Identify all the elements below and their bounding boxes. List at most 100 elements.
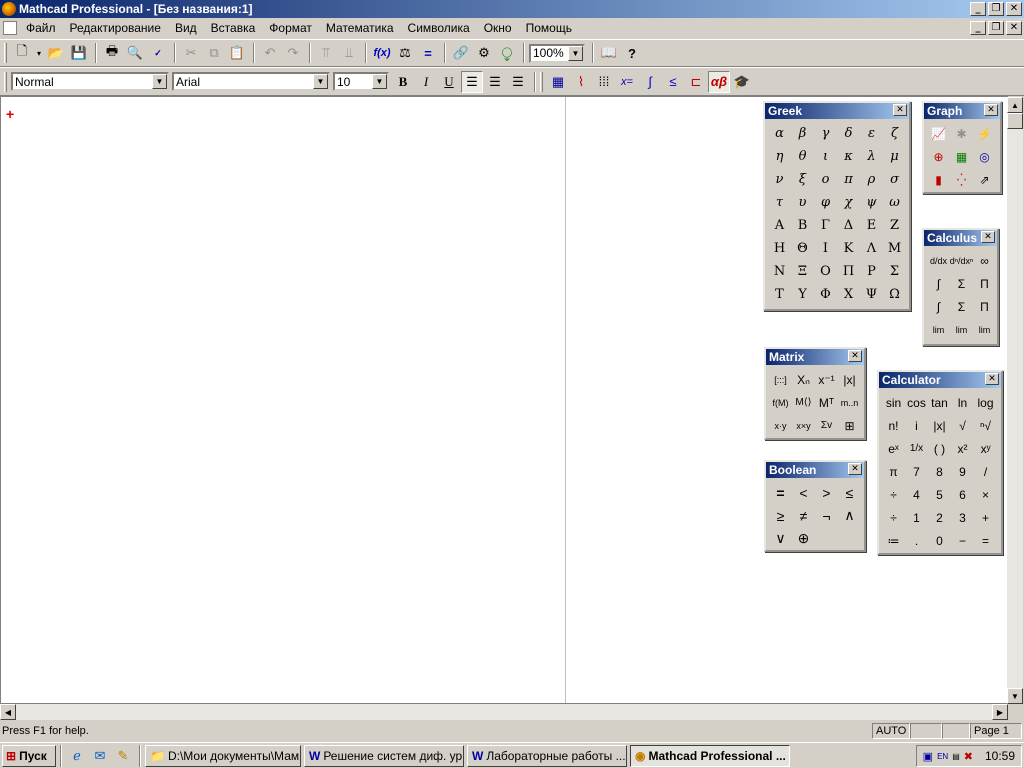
picture-button[interactable]: ⊞ (838, 414, 861, 437)
digit-8-button[interactable]: 8 (928, 460, 951, 483)
boolean-toolbar-icon[interactable]: ≤ (662, 71, 684, 93)
greek-capital-alpha[interactable]: Α (768, 214, 791, 237)
menu-format[interactable]: Формат (262, 18, 319, 38)
power-button[interactable]: xʸ (974, 437, 997, 460)
chevron-down-icon[interactable]: ▼ (372, 74, 387, 89)
definition-button[interactable]: ≔ (882, 529, 905, 552)
square-root-button[interactable]: √ (951, 414, 974, 437)
digit-2-button[interactable]: 2 (928, 506, 951, 529)
decimal-point-button[interactable]: . (905, 529, 928, 552)
align-left-icon[interactable]: ☰ (461, 70, 483, 93)
greek-capital-omicron[interactable]: Ο (814, 260, 837, 283)
greek-capital-gamma[interactable]: Γ (814, 214, 837, 237)
tray-icon-connection[interactable]: ✖ (964, 750, 973, 763)
greater-or-equal-button[interactable]: ≥ (769, 504, 792, 527)
scroll-up-icon[interactable]: ▲ (1007, 97, 1023, 113)
help-icon[interactable]: ? (621, 42, 643, 64)
indefinite-integral-button[interactable]: ∫ (927, 295, 950, 318)
greek-kappa[interactable]: κ (837, 145, 860, 168)
calculus-palette-header[interactable]: Calculus ✕ (924, 230, 997, 246)
scatter-plot-3d-icon[interactable]: ⁛ (950, 168, 973, 191)
internet-explorer-icon[interactable]: ℯ (66, 745, 88, 767)
copy-icon[interactable]: ⧉ (203, 42, 225, 64)
greek-alpha[interactable]: α (768, 122, 791, 145)
factorial-button[interactable]: n! (882, 414, 905, 437)
close-icon[interactable]: ✕ (985, 373, 999, 385)
not-equal-button[interactable]: ≠ (792, 504, 815, 527)
calculator-palette-header[interactable]: Calculator ✕ (879, 372, 1001, 388)
greek-eta[interactable]: η (768, 145, 791, 168)
save-icon[interactable]: 💾 (68, 42, 90, 64)
close-button[interactable]: ✕ (1006, 2, 1022, 16)
new-dropdown-icon[interactable]: ▾ (34, 42, 44, 64)
evaluation-toolbar-icon[interactable]: x= (616, 71, 638, 93)
symbolic-toolbar-icon[interactable]: 🎓 (731, 71, 753, 93)
greek-capital-psi[interactable]: Ψ (860, 283, 883, 306)
greek-capital-pi[interactable]: Π (837, 260, 860, 283)
boolean-palette-header[interactable]: Boolean ✕ (766, 462, 864, 478)
and-button[interactable]: ∧ (838, 504, 861, 527)
resource-center-icon[interactable]: 📖 (598, 42, 620, 64)
zoom-select[interactable]: 100% ▼ (529, 43, 585, 63)
inline-division-button[interactable]: ÷ (882, 483, 905, 506)
greek-mu[interactable]: μ (883, 145, 906, 168)
scroll-down-icon[interactable]: ▼ (1007, 688, 1023, 704)
determinant-button[interactable]: |x| (838, 368, 861, 391)
font-select[interactable]: Arial ▼ (172, 72, 330, 91)
paste-icon[interactable]: 📋 (226, 42, 248, 64)
exponent-button[interactable]: eˣ (882, 437, 905, 460)
underline-button[interactable]: U (438, 71, 460, 93)
greek-capital-lambda[interactable]: Λ (860, 237, 883, 260)
transpose-button[interactable]: Mᵀ (815, 391, 838, 414)
product-button[interactable]: Π (973, 272, 996, 295)
close-icon[interactable]: ✕ (848, 350, 862, 362)
contour-plot-icon[interactable]: ◎ (973, 145, 996, 168)
pi-button[interactable]: π (882, 460, 905, 483)
less-than-button[interactable]: < (792, 481, 815, 504)
menu-edit[interactable]: Редактирование (63, 18, 168, 38)
digit-9-button[interactable]: 9 (951, 460, 974, 483)
greater-than-button[interactable]: > (815, 481, 838, 504)
greek-capital-nu[interactable]: Ν (768, 260, 791, 283)
align-top-icon[interactable]: ⫪ (315, 42, 337, 64)
chevron-down-icon[interactable]: ▼ (568, 45, 583, 61)
digit-4-button[interactable]: 4 (905, 483, 928, 506)
log-button[interactable]: log (974, 391, 997, 414)
greek-capital-tau[interactable]: Τ (768, 283, 791, 306)
greek-omega[interactable]: ω (883, 191, 906, 214)
start-button[interactable]: ⊞ Пуск (2, 744, 56, 767)
absolute-value-button[interactable]: |x| (928, 414, 951, 437)
document-icon[interactable] (3, 21, 17, 35)
square-button[interactable]: x² (951, 437, 974, 460)
greek-capital-eta[interactable]: Η (768, 237, 791, 260)
greek-lambda[interactable]: λ (860, 145, 883, 168)
insert-function-icon[interactable]: f(x) (371, 42, 393, 64)
greek-phi[interactable]: φ (814, 191, 837, 214)
tray-icon-app[interactable]: ▤ (952, 752, 960, 761)
greek-capital-phi[interactable]: Φ (814, 283, 837, 306)
taskbar-item-explorer[interactable]: 📁 D:\Мои документы\Мам... (145, 744, 301, 767)
greek-psi[interactable]: ψ (860, 191, 883, 214)
matrix-toolbar-icon[interactable]: ⁞⁞⁞ (593, 71, 615, 93)
greek-nu[interactable]: ν (768, 168, 791, 191)
left-limit-button[interactable]: lim (973, 318, 996, 341)
greek-zeta[interactable]: ζ (883, 122, 906, 145)
greek-capital-iota[interactable]: Ι (814, 237, 837, 260)
toolbar-grip[interactable] (540, 71, 543, 92)
mathcad-app-icon[interactable] (2, 2, 16, 16)
greek-capital-mu[interactable]: Μ (883, 237, 906, 260)
insert-matrix-button[interactable]: [:::] (769, 368, 792, 391)
polar-plot-icon[interactable]: ✱ (950, 122, 973, 145)
scroll-right-icon[interactable]: ▶ (992, 704, 1008, 720)
greek-theta[interactable]: θ (791, 145, 814, 168)
sin-button[interactable]: sin (882, 391, 905, 414)
zoom-plot-icon[interactable]: ⚡ (973, 122, 996, 145)
horizontal-scrollbar[interactable]: ◀ ▶ (0, 704, 1008, 720)
greek-capital-sigma[interactable]: Σ (883, 260, 906, 283)
new-icon[interactable]: 🗋 (11, 42, 33, 64)
print-icon[interactable]: 🖶 (101, 42, 123, 64)
greek-xi[interactable]: ξ (791, 168, 814, 191)
close-icon[interactable]: ✕ (893, 104, 907, 116)
redo-icon[interactable]: ↷ (282, 42, 304, 64)
reciprocal-button[interactable]: 1/x (905, 437, 928, 460)
